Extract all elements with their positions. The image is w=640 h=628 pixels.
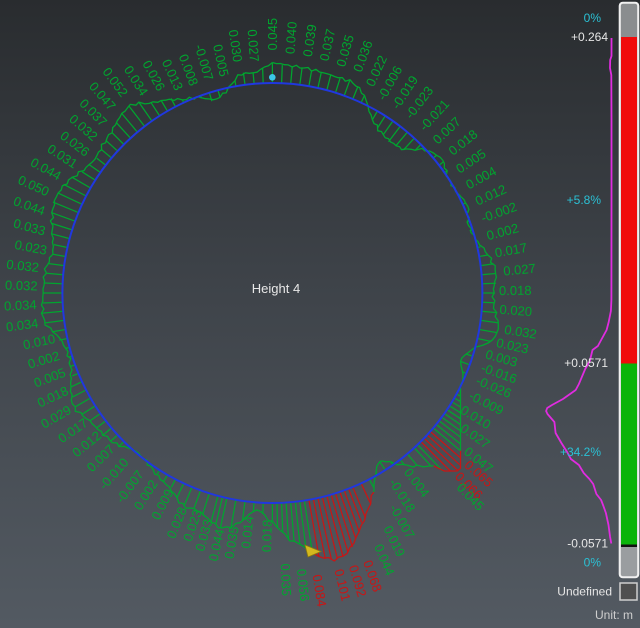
svg-text:0.032: 0.032 xyxy=(6,257,40,275)
svg-text:0.056: 0.056 xyxy=(294,568,312,602)
svg-text:0.034: 0.034 xyxy=(5,316,39,335)
svg-text:0.018: 0.018 xyxy=(259,519,275,552)
svg-text:+0.0571: +0.0571 xyxy=(564,356,608,370)
svg-text:0.020: 0.020 xyxy=(499,302,533,319)
svg-text:0.014: 0.014 xyxy=(238,515,256,549)
svg-text:+0.264: +0.264 xyxy=(571,30,608,44)
svg-text:0.035: 0.035 xyxy=(278,563,295,596)
svg-text:0.018: 0.018 xyxy=(499,283,532,298)
svg-text:0%: 0% xyxy=(584,11,602,25)
svg-text:Unit: m: Unit: m xyxy=(595,608,633,622)
svg-text:Undefined: Undefined xyxy=(557,585,612,599)
svg-text:0.084: 0.084 xyxy=(310,573,330,607)
svg-text:0.032: 0.032 xyxy=(5,278,38,294)
svg-text:+5.8%: +5.8% xyxy=(567,193,602,207)
svg-text:0.027: 0.027 xyxy=(245,29,262,63)
svg-text:-0.0571: -0.0571 xyxy=(567,537,608,551)
svg-text:0.039: 0.039 xyxy=(300,23,320,57)
svg-text:0.027: 0.027 xyxy=(503,261,537,279)
svg-text:0.034: 0.034 xyxy=(4,297,37,314)
svg-text:+34.2%: +34.2% xyxy=(560,445,601,459)
svg-text:0.040: 0.040 xyxy=(282,21,299,55)
svg-text:0.045: 0.045 xyxy=(265,18,280,51)
svg-text:0%: 0% xyxy=(584,556,602,570)
svg-text:Height 4: Height 4 xyxy=(252,281,300,296)
svg-text:0.023: 0.023 xyxy=(13,237,48,258)
svg-text:0.017: 0.017 xyxy=(494,240,529,261)
svg-text:0.002: 0.002 xyxy=(485,220,520,243)
svg-text:0.033: 0.033 xyxy=(12,216,47,239)
